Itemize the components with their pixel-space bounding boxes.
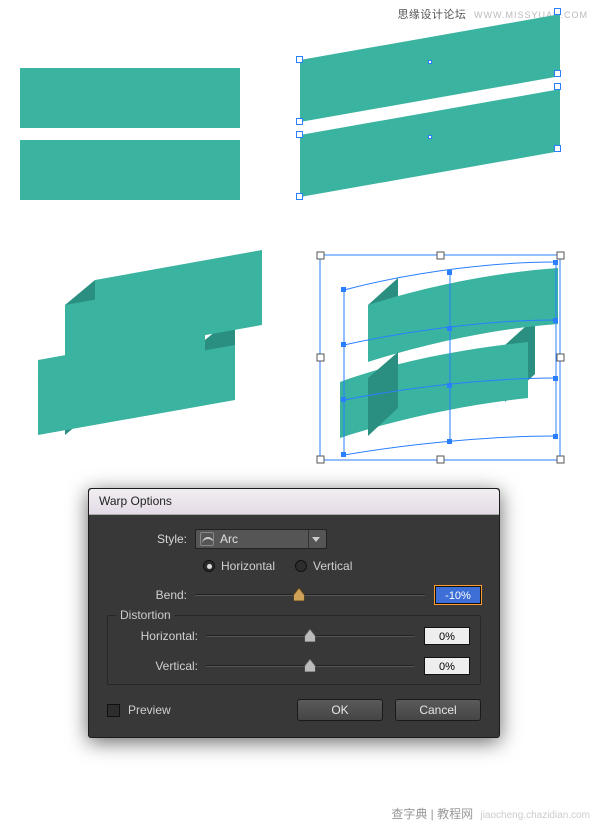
orientation-vertical-radio[interactable]: Vertical [295, 559, 352, 573]
selection-handle[interactable] [296, 131, 303, 138]
slider-thumb-icon[interactable] [293, 588, 304, 601]
dialog-title-bar[interactable]: Warp Options [89, 489, 499, 515]
distortion-h-value-input[interactable]: 0% [424, 627, 470, 645]
bend-label: Bend: [107, 588, 195, 602]
ok-button[interactable]: OK [297, 699, 383, 721]
arc-icon [200, 532, 214, 546]
orientation-vertical-label: Vertical [313, 559, 352, 573]
dialog-title: Warp Options [99, 494, 172, 508]
distortion-group: Distortion Horizontal: 0% Vertical: [107, 615, 481, 685]
style-value: Arc [220, 532, 238, 546]
illustration-parallelograms-selected [300, 20, 590, 240]
radio-dot-off-icon [295, 560, 307, 572]
style-label: Style: [107, 532, 195, 546]
preview-checkbox[interactable] [107, 704, 120, 717]
orientation-horizontal-radio[interactable]: Horizontal [203, 559, 275, 573]
selection-handle[interactable] [554, 83, 561, 90]
distortion-legend: Distortion [116, 608, 175, 622]
illustration-bars [20, 30, 280, 240]
distortion-v-label: Vertical: [118, 659, 206, 673]
distortion-h-label: Horizontal: [118, 629, 206, 643]
preview-label: Preview [128, 703, 171, 717]
bend-slider[interactable] [195, 585, 425, 605]
selection-handle[interactable] [296, 56, 303, 63]
selection-handle[interactable] [554, 70, 561, 77]
teal-bar-2 [20, 140, 240, 200]
chevron-down-icon [308, 530, 322, 548]
slider-thumb-icon[interactable] [305, 629, 316, 642]
cancel-button[interactable]: Cancel [395, 699, 481, 721]
watermark-bottom: 查字典 | 教程网 jiaocheng.chazidian.com [391, 805, 590, 822]
illustration-ribbon-warped [300, 250, 590, 480]
watermark-bottom-b: jiaocheng.chazidian.com [480, 810, 590, 821]
warp-options-dialog: Warp Options Style: Arc Horizontal Verti… [88, 488, 500, 738]
distortion-h-slider[interactable] [206, 626, 414, 646]
selection-handle[interactable] [554, 8, 561, 15]
selection-handle[interactable] [296, 193, 303, 200]
selection-handle-center[interactable] [428, 135, 432, 139]
distortion-v-value-input[interactable]: 0% [424, 657, 470, 675]
distortion-v-slider[interactable] [206, 656, 414, 676]
selection-handle-center[interactable] [428, 60, 432, 64]
orientation-horizontal-label: Horizontal [221, 559, 275, 573]
selection-handle[interactable] [296, 118, 303, 125]
watermark-bottom-a: 查字典 | 教程网 [391, 807, 473, 821]
radio-dot-on-icon [203, 560, 215, 572]
style-dropdown[interactable]: Arc [195, 529, 327, 549]
bend-value-input[interactable]: -10% [435, 586, 481, 604]
illustration-ribbon-flat [20, 250, 280, 480]
teal-bar-1 [20, 68, 240, 128]
slider-thumb-icon[interactable] [305, 659, 316, 672]
selection-handle[interactable] [554, 145, 561, 152]
